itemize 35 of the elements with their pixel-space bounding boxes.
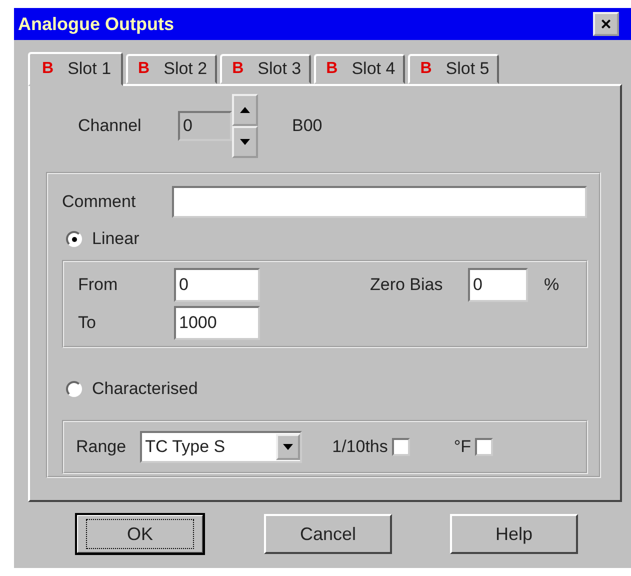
dialog-button[interactable]: OK (76, 514, 204, 554)
checkbox-label: °F (454, 437, 472, 457)
tab[interactable]: B Slot 4 (314, 54, 406, 84)
tab[interactable]: B Slot 5 (408, 54, 500, 84)
unit-text: % (544, 275, 560, 295)
dropdown-arrow-icon (283, 444, 294, 450)
spin-up-button[interactable] (232, 94, 258, 126)
up-arrow-icon (240, 107, 250, 113)
tab[interactable]: B Slot 3 (220, 54, 312, 84)
field-label: To (78, 313, 97, 333)
radio-option[interactable]: Linear (66, 218, 587, 260)
field-label: From (78, 275, 119, 295)
field-label: Range (76, 437, 126, 457)
dialog-button[interactable]: Help (450, 514, 578, 554)
radio-option[interactable]: Characterised (66, 368, 587, 410)
window-title: Analogue Outputs (18, 14, 174, 34)
spin-down-button[interactable] (232, 126, 258, 158)
channel-field[interactable]: 0 (178, 111, 232, 141)
field-label: Zero Bias (370, 275, 444, 295)
tab[interactable]: B Slot 2 (126, 54, 218, 84)
down-arrow-icon (240, 139, 250, 145)
checkbox[interactable] (392, 438, 410, 456)
from-field[interactable]: 0 (174, 268, 260, 302)
tab[interactable]: B Slot 1 (28, 52, 124, 86)
range-dropdown[interactable]: TC Type S (140, 431, 302, 463)
checkbox-label: 1/10ths (332, 437, 388, 457)
dialog-button[interactable]: Cancel (264, 514, 392, 554)
checkbox[interactable] (475, 438, 494, 456)
close-button[interactable]: × (593, 12, 619, 36)
field-label: Comment (62, 192, 137, 212)
zero-bias-field[interactable]: 0 (468, 268, 528, 302)
address-text: B00 (292, 116, 322, 136)
field-label: Channel (78, 116, 142, 136)
comment-field[interactable] (172, 186, 587, 218)
to-field[interactable]: 1000 (174, 306, 260, 340)
